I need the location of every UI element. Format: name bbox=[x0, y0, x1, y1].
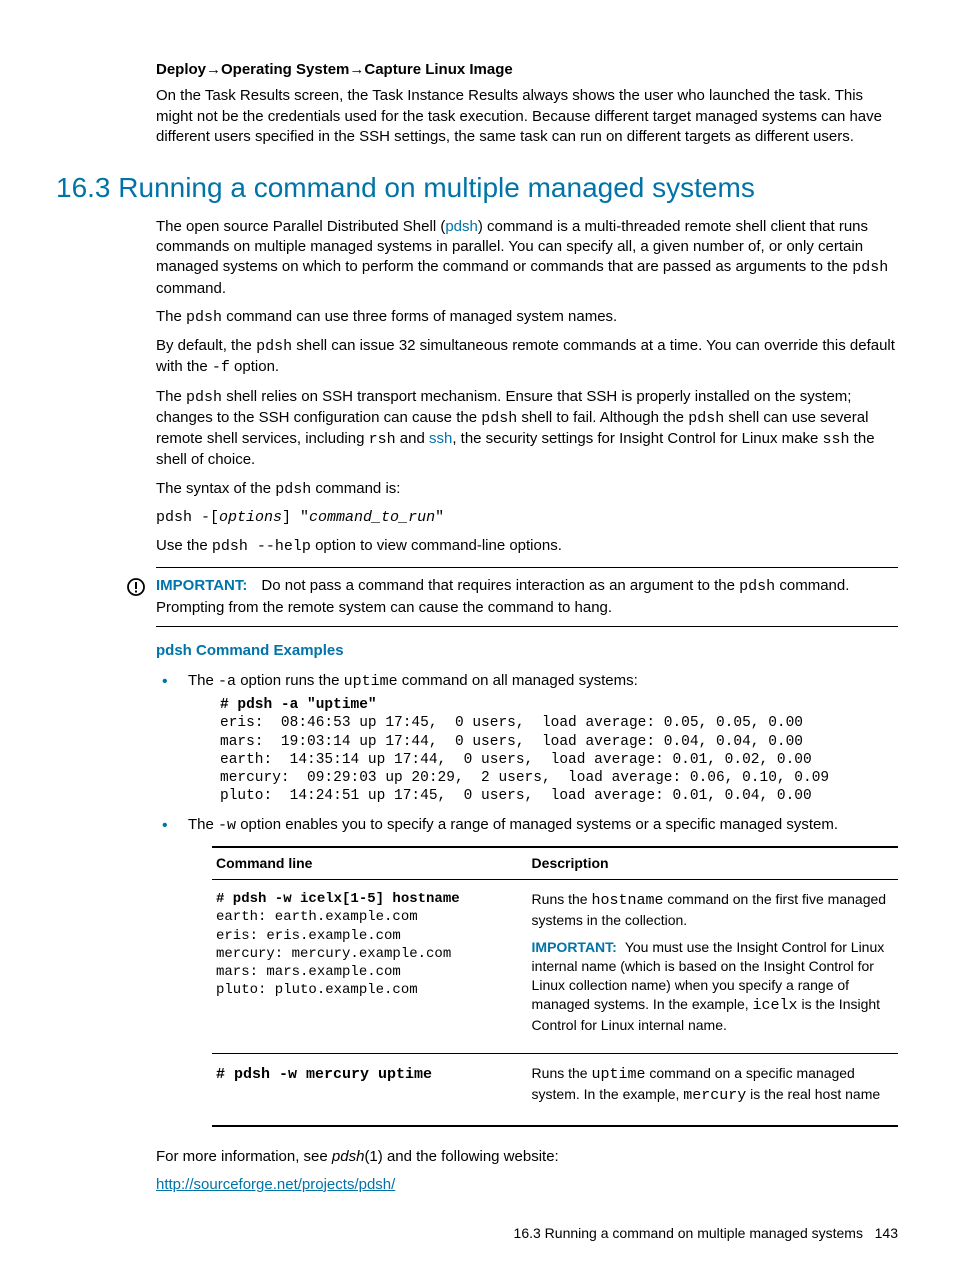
list-item: The -w option enables you to specify a r… bbox=[156, 815, 898, 1127]
code-block: # pdsh -a "uptime" eris: 08:46:53 up 17:… bbox=[220, 696, 898, 805]
body-paragraph: The syntax of the pdsh command is: bbox=[156, 479, 898, 500]
ssh-link[interactable]: ssh bbox=[429, 430, 452, 447]
section-heading: 16.3 Running a command on multiple manag… bbox=[56, 169, 898, 207]
code-block: # pdsh -w icelx[1-5] hostname earth: ear… bbox=[216, 890, 524, 999]
command-table: Command line Description # pdsh -w icelx… bbox=[212, 846, 898, 1126]
sourceforge-link[interactable]: http://sourceforge.net/projects/pdsh/ bbox=[156, 1176, 395, 1193]
list-item: The -a option runs the uptime command on… bbox=[156, 671, 898, 805]
pdsh-link[interactable]: pdsh bbox=[445, 218, 478, 235]
body-paragraph: The pdsh command can use three forms of … bbox=[156, 307, 898, 328]
syntax-line: pdsh -[options] "command_to_run" bbox=[156, 508, 898, 528]
table-row: # pdsh -w icelx[1-5] hostname earth: ear… bbox=[212, 880, 898, 1054]
important-icon bbox=[116, 576, 156, 618]
code-block: # pdsh -w mercury uptime bbox=[216, 1066, 432, 1083]
more-info: For more information, see pdsh(1) and th… bbox=[156, 1147, 898, 1167]
important-callout: IMPORTANT:Do not pass a command that req… bbox=[156, 576, 898, 618]
body-paragraph: Use the pdsh --help option to view comma… bbox=[156, 536, 898, 557]
table-row: # pdsh -w mercury uptime Runs the uptime… bbox=[212, 1054, 898, 1126]
body-paragraph: The pdsh shell relies on SSH transport m… bbox=[156, 387, 898, 471]
page-footer: 16.3 Running a command on multiple manag… bbox=[514, 1224, 898, 1243]
examples-heading: pdsh Command Examples bbox=[156, 641, 898, 661]
body-paragraph: By default, the pdsh shell can issue 32 … bbox=[156, 336, 898, 379]
body-paragraph: The open source Parallel Distributed She… bbox=[156, 217, 898, 299]
table-header: Description bbox=[528, 847, 898, 879]
table-header: Command line bbox=[212, 847, 528, 879]
intro-paragraph: On the Task Results screen, the Task Ins… bbox=[156, 86, 898, 147]
breadcrumb: Deploy→Operating System→Capture Linux Im… bbox=[156, 60, 898, 80]
